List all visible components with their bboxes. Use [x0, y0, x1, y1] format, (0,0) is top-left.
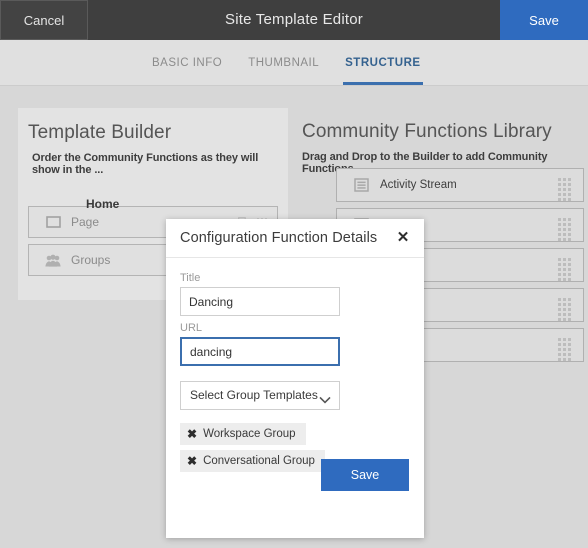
- tab-structure[interactable]: STRUCTURE: [343, 41, 423, 85]
- remove-icon[interactable]: ✖: [187, 427, 197, 441]
- library-row-activity-stream[interactable]: Activity Stream: [336, 168, 584, 202]
- configuration-function-details-dialog: Configuration Function Details ✕ Title U…: [166, 219, 424, 538]
- group-templates-select[interactable]: Select Group Templates: [180, 381, 340, 410]
- tag-label: Workspace Group: [203, 428, 296, 440]
- close-icon[interactable]: ✕: [394, 229, 412, 247]
- tab-thumbnail[interactable]: THUMBNAIL: [246, 41, 321, 85]
- tab-list: BASIC INFO THUMBNAIL STRUCTURE: [150, 40, 423, 86]
- save-button[interactable]: Save: [500, 0, 588, 40]
- library-title: Community Functions Library: [302, 121, 552, 142]
- dialog-header: Configuration Function Details ✕: [166, 219, 424, 258]
- title-field-label: Title: [180, 272, 201, 284]
- tab-basic-info[interactable]: BASIC INFO: [150, 41, 224, 85]
- tag-workspace-group[interactable]: ✖ Workspace Group: [180, 423, 306, 445]
- remove-icon[interactable]: ✖: [187, 454, 197, 468]
- library-row-label: Activity Stream: [380, 179, 457, 191]
- url-input[interactable]: [180, 337, 340, 366]
- page-icon: [41, 216, 65, 228]
- drag-handle-icon[interactable]: [558, 258, 571, 281]
- title-input[interactable]: [180, 287, 340, 316]
- drag-ghost-label: Home: [86, 197, 120, 211]
- drag-handle-icon[interactable]: [558, 338, 571, 361]
- groups-icon: [41, 254, 65, 267]
- builder-row-label: Page: [71, 215, 100, 229]
- chevron-down-icon: [319, 391, 331, 404]
- drag-handle-icon[interactable]: [558, 218, 571, 241]
- dialog-title: Configuration Function Details: [180, 230, 378, 246]
- tab-bar: BASIC INFO THUMBNAIL STRUCTURE: [0, 40, 588, 86]
- url-field-label: URL: [180, 322, 203, 334]
- template-builder-title: Template Builder: [28, 122, 172, 143]
- cancel-button[interactable]: Cancel: [0, 0, 88, 40]
- list-icon: [351, 177, 371, 193]
- drag-handle-icon[interactable]: [558, 298, 571, 321]
- group-templates-select-value: Select Group Templates: [190, 388, 318, 402]
- dialog-save-button[interactable]: Save: [321, 459, 409, 491]
- tag-conversational-group[interactable]: ✖ Conversational Group: [180, 450, 325, 472]
- drag-handle-icon[interactable]: [558, 178, 571, 201]
- dialog-body: Title URL Select Group Templates ✖ Works…: [166, 258, 424, 477]
- tag-label: Conversational Group: [203, 455, 315, 467]
- top-bar: Site Template Editor Cancel Save: [0, 0, 588, 40]
- template-builder-subtitle: Order the Community Functions as they wi…: [32, 152, 259, 176]
- builder-row-label: Groups: [71, 253, 111, 267]
- tag-row: ✖ Workspace Group: [180, 423, 410, 450]
